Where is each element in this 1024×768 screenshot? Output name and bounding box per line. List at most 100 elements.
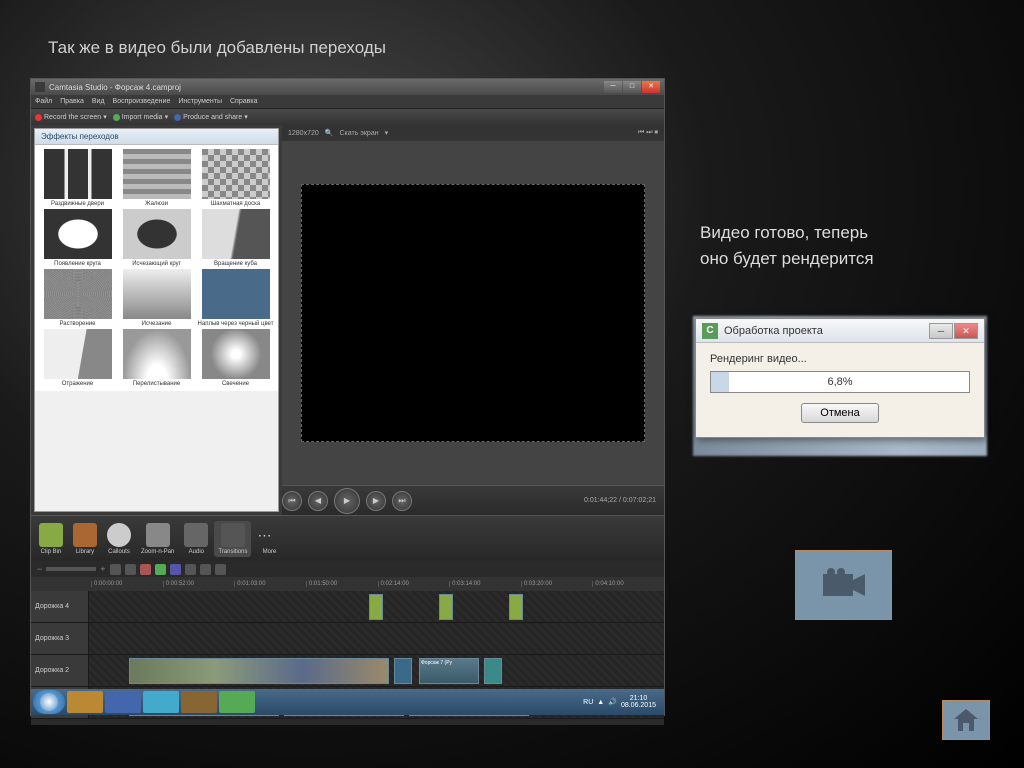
main-toolbar: Record the screen▾ Import media▾ Produce…	[31, 109, 664, 125]
tray-icon[interactable]: ▲	[597, 699, 604, 706]
produce-button[interactable]: Produce and share▾	[174, 113, 248, 121]
tab-more[interactable]: ⋯More	[253, 521, 285, 557]
system-tray[interactable]: RU ▲ 🔊 21:10 08.06.2015	[583, 695, 662, 709]
zoom-out-icon[interactable]: −	[37, 564, 42, 574]
tab-audio[interactable]: Audio	[180, 521, 212, 557]
progress-percent: 6,8%	[711, 372, 969, 392]
tray-date: 08.06.2015	[621, 702, 656, 709]
dialog-app-icon: C	[702, 323, 718, 339]
side-text: Видео готово, теперь оно будет рендеритс…	[700, 220, 874, 271]
clip[interactable]: Форсаж 7 (Ру	[419, 658, 479, 684]
taskbar-item[interactable]	[181, 691, 217, 713]
track-label: Дорожка 2	[31, 655, 89, 686]
clip[interactable]	[439, 594, 453, 620]
cancel-button[interactable]: Отмена	[801, 403, 878, 423]
tool-icon[interactable]	[125, 564, 136, 575]
tab-callouts[interactable]: Callouts	[103, 521, 135, 557]
tray-icon[interactable]: 🔊	[608, 698, 617, 706]
tool-icon[interactable]	[200, 564, 211, 575]
slide-title: Так же в видео были добавлены переходы	[48, 38, 386, 58]
clip[interactable]	[484, 658, 502, 684]
track-label: Дорожка 3	[31, 623, 89, 654]
tab-transitions[interactable]: Transitions	[214, 521, 251, 557]
menu-view[interactable]: Вид	[92, 98, 105, 105]
menubar: Файл Правка Вид Воспроизведение Инструме…	[31, 95, 664, 109]
tool-icon[interactable]	[110, 564, 121, 575]
prev-clip-button[interactable]: ⏮	[282, 491, 302, 511]
transition-item[interactable]: Отражение	[39, 329, 116, 387]
transitions-panel: Эффекты переходов Раздвижные двери Жалюз…	[34, 128, 279, 512]
transition-item[interactable]: Появление круга	[39, 209, 116, 267]
app-icon	[35, 82, 45, 92]
menu-edit[interactable]: Правка	[60, 98, 84, 105]
track-4[interactable]: Дорожка 4	[31, 591, 664, 623]
step-back-button[interactable]: ◀	[308, 491, 328, 511]
play-button[interactable]: ▶	[334, 488, 360, 514]
start-button[interactable]	[33, 690, 65, 714]
dialog-close[interactable]: ✕	[954, 323, 978, 339]
zoom-slider[interactable]	[46, 567, 96, 571]
transition-item[interactable]: Свечение	[197, 329, 274, 387]
tab-clipbin[interactable]: Clip Bin	[35, 521, 67, 557]
record-button[interactable]: Record the screen▾	[35, 113, 107, 121]
tool-icon[interactable]	[140, 564, 151, 575]
shrink-icon[interactable]: 🔍	[325, 129, 334, 137]
progress-bar: 6,8%	[710, 371, 970, 393]
tool-icon[interactable]	[170, 564, 181, 575]
tool-icon[interactable]	[185, 564, 196, 575]
shrink-label[interactable]: Скать экран	[339, 130, 378, 137]
tab-zoom[interactable]: Zoom-n-Pan	[137, 521, 178, 557]
dialog-minimize[interactable]: ─	[929, 323, 953, 339]
taskbar-item[interactable]	[143, 691, 179, 713]
taskbar-item[interactable]	[219, 691, 255, 713]
transition-item[interactable]: Вращение куба	[197, 209, 274, 267]
tray-time[interactable]: 21:10	[621, 695, 656, 702]
transition-item[interactable]: Исчезающий круг	[118, 209, 195, 267]
home-icon[interactable]	[942, 700, 990, 740]
time-ruler[interactable]: 0:00:00:00 0:00:52:00 0:01:03:00 0:01:50…	[31, 577, 664, 591]
transition-item[interactable]: Жалюзи	[118, 149, 195, 207]
transition-item[interactable]: Исчезание	[118, 269, 195, 327]
tool-icon[interactable]	[155, 564, 166, 575]
step-fwd-button[interactable]: ▶	[366, 491, 386, 511]
taskbar-item[interactable]	[105, 691, 141, 713]
taskbar: RU ▲ 🔊 21:10 08.06.2015	[31, 689, 664, 715]
dialog-title: Обработка проекта	[724, 325, 823, 337]
taskbar-item[interactable]	[67, 691, 103, 713]
minimize-button[interactable]: ─	[604, 81, 622, 93]
window-title: Camtasia Studio - Форсаж 4.camproj	[49, 83, 181, 92]
next-clip-button[interactable]: ⏭	[392, 491, 412, 511]
clip[interactable]	[129, 658, 389, 684]
playhead-time: 0:01:44;22 / 0:07:02;21	[584, 497, 656, 504]
transition-item[interactable]: Шахматная доска	[197, 149, 274, 207]
tool-icon[interactable]	[215, 564, 226, 575]
track-3[interactable]: Дорожка 3	[31, 623, 664, 655]
preview-area: 1280x720 🔍 Скать экран▾ ⏮ ⏭ ⏹ ⏮ ◀ ▶ ▶ ⏭ …	[282, 125, 664, 515]
transition-item[interactable]: Перелистывание	[118, 329, 195, 387]
zoom-in-icon[interactable]: +	[100, 564, 105, 574]
titlebar: Camtasia Studio - Форсаж 4.camproj ─ □ ✕	[31, 79, 664, 95]
preview-dims: 1280x720	[288, 130, 319, 137]
preview-canvas[interactable]	[282, 141, 664, 485]
clip[interactable]	[369, 594, 383, 620]
tab-library[interactable]: Library	[69, 521, 101, 557]
camera-icon	[795, 550, 892, 620]
track-2[interactable]: Дорожка 2 Форсаж 7 (Ру	[31, 655, 664, 687]
render-status-label: Рендеринг видео...	[710, 353, 970, 365]
import-button[interactable]: Import media▾	[113, 113, 168, 121]
media-tabs: Clip Bin Library Callouts Zoom-n-Pan Aud…	[31, 515, 664, 561]
transition-item[interactable]: Растворение	[39, 269, 116, 327]
clip[interactable]	[394, 658, 412, 684]
clip[interactable]	[509, 594, 523, 620]
menu-help[interactable]: Справка	[230, 98, 257, 105]
dialog-titlebar: C Обработка проекта ─ ✕	[696, 319, 984, 343]
prev-nav[interactable]: ⏮ ⏭ ⏹	[638, 129, 658, 137]
lang-indicator[interactable]: RU	[583, 699, 593, 706]
transition-item[interactable]: Раздвижные двери	[39, 149, 116, 207]
menu-file[interactable]: Файл	[35, 98, 52, 105]
transition-item[interactable]: Наплыв через черный цвет	[197, 269, 274, 327]
menu-play[interactable]: Воспроизведение	[113, 98, 171, 105]
maximize-button[interactable]: □	[623, 81, 641, 93]
menu-tools[interactable]: Инструменты	[178, 98, 222, 105]
close-button[interactable]: ✕	[642, 81, 660, 93]
